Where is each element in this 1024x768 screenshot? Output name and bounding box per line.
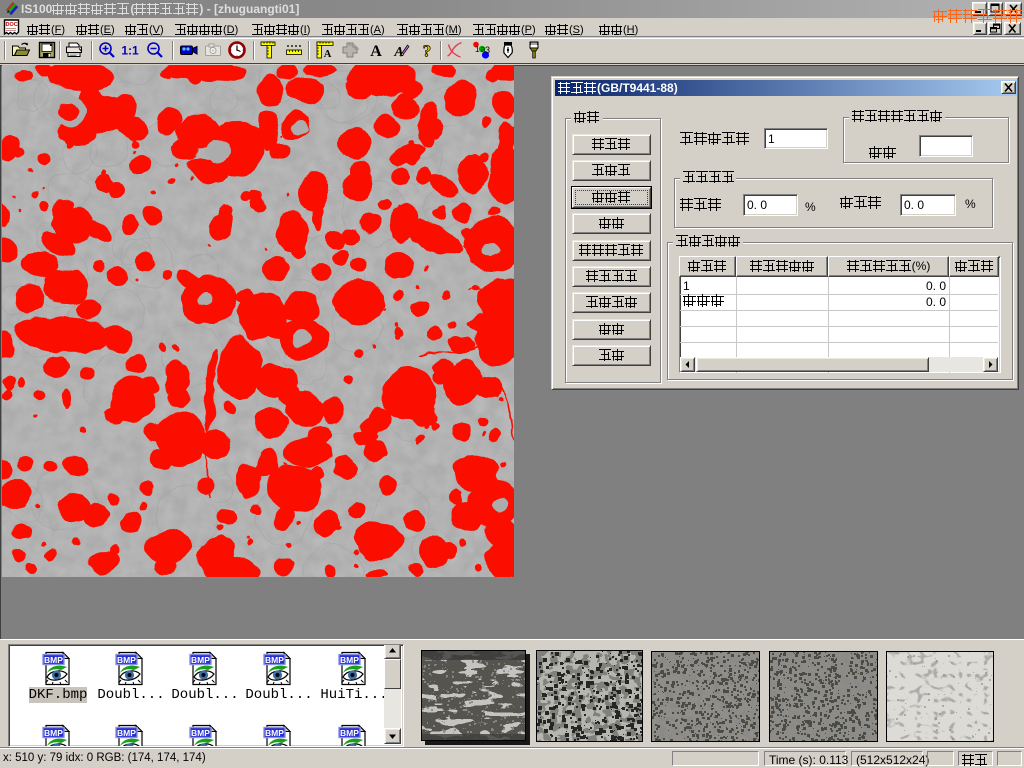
svg-text:BMP: BMP [340,728,359,738]
svg-text:BMP: BMP [265,655,284,665]
svg-text:1:1: 1:1 [121,44,139,58]
svg-text:BMP: BMP [340,655,359,665]
svg-text:BMP: BMP [44,655,63,665]
svg-text:BMP: BMP [265,728,284,738]
svg-text:A: A [370,43,382,60]
svg-text:BMP: BMP [117,728,136,738]
svg-text:?: ? [423,42,432,61]
svg-text:BMP: BMP [44,728,63,738]
svg-text:BMP: BMP [191,728,210,738]
svg-text:3: 3 [485,45,490,55]
svg-text:DOC: DOC [6,22,18,28]
svg-text:BMP: BMP [117,655,136,665]
svg-text:A: A [324,49,332,60]
svg-text:BMP: BMP [191,655,210,665]
